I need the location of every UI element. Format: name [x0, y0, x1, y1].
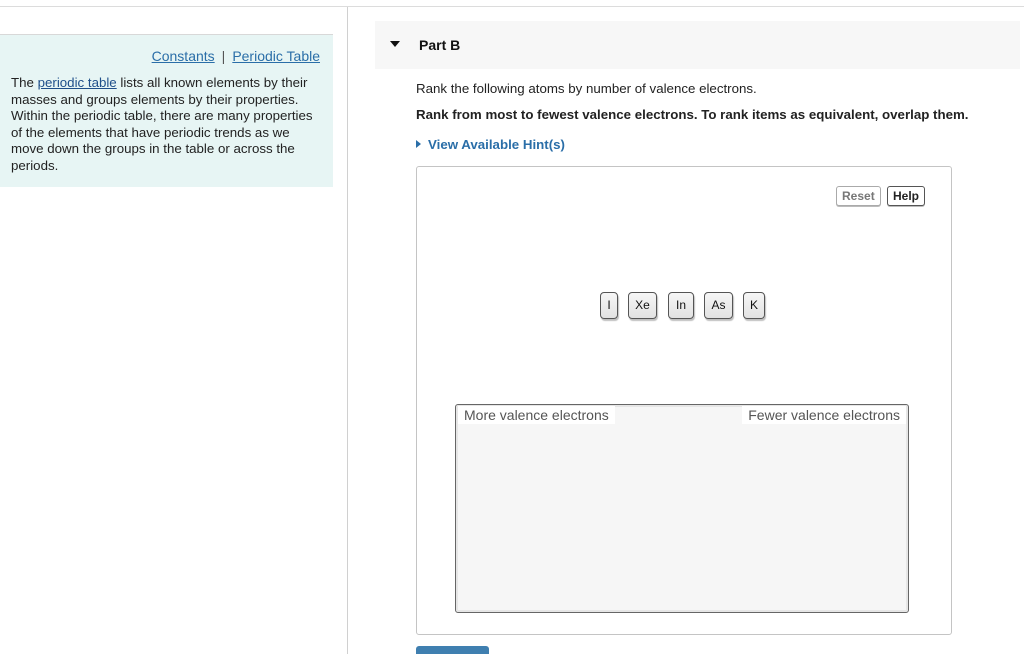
collapse-caret-icon[interactable] — [390, 41, 400, 47]
resource-links: Constants | Periodic Table — [152, 48, 320, 64]
periodic-table-inline-link[interactable]: periodic table — [38, 75, 117, 90]
fewer-valence-label: Fewer valence electrons — [742, 406, 906, 424]
element-tile-i[interactable]: I — [600, 292, 618, 319]
part-header[interactable]: Part B — [375, 21, 1020, 69]
top-divider — [0, 6, 1024, 7]
question-text: Rank the following atoms by number of va… — [416, 81, 757, 96]
hint-caret-icon — [416, 140, 421, 148]
part-title: Part B — [419, 37, 461, 53]
constants-link[interactable]: Constants — [152, 48, 215, 64]
intro-text-start: The — [11, 75, 38, 90]
intro-text: The periodic table lists all known eleme… — [11, 75, 323, 175]
more-valence-label: More valence electrons — [458, 406, 615, 424]
view-hints-link[interactable]: View Available Hint(s) — [416, 137, 565, 152]
link-separator: | — [221, 48, 226, 64]
ranking-drop-zone[interactable]: More valence electrons Fewer valence ele… — [455, 404, 909, 613]
info-panel: Constants | Periodic Table The periodic ta… — [0, 35, 333, 187]
element-tile-xe[interactable]: Xe — [628, 292, 657, 319]
column-divider — [347, 7, 348, 654]
help-button[interactable]: Help — [887, 186, 926, 206]
ranking-widget: Reset Help I Xe In As K More valence ele… — [416, 166, 952, 635]
submit-button[interactable] — [416, 646, 489, 654]
element-tile-as[interactable]: As — [704, 292, 733, 319]
periodic-table-link[interactable]: Periodic Table — [232, 48, 320, 64]
view-hints-label: View Available Hint(s) — [428, 137, 565, 152]
element-tile-in[interactable]: In — [668, 292, 694, 319]
element-tile-k[interactable]: K — [743, 292, 765, 319]
instruction-text: Rank from most to fewest valence electro… — [416, 107, 969, 122]
reset-button[interactable]: Reset — [836, 186, 881, 206]
